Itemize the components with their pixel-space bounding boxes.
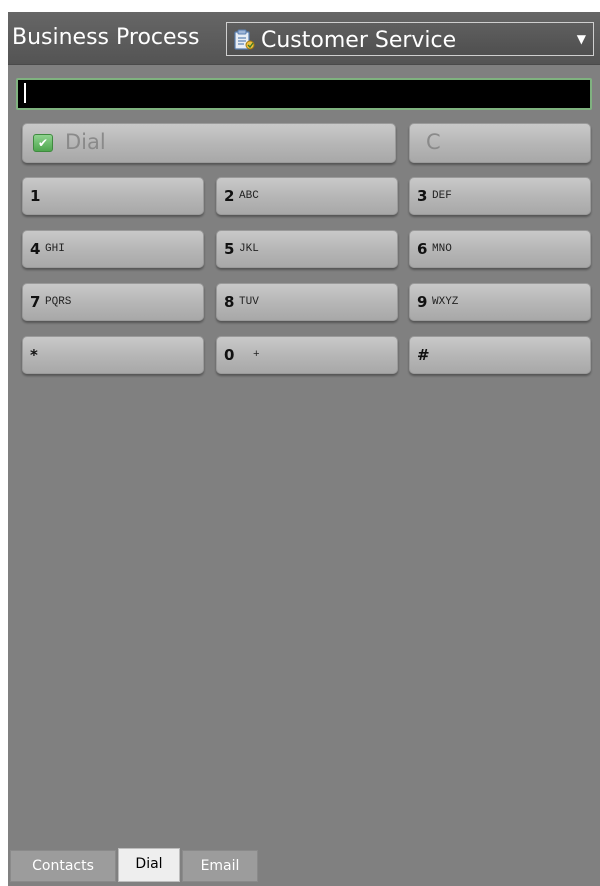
key-letters: JKL	[239, 243, 259, 255]
key-digit: #	[417, 346, 430, 364]
key-2[interactable]: 2 ABC	[216, 177, 398, 215]
business-process-value: Customer Service	[261, 28, 457, 53]
clear-button[interactable]: C	[409, 123, 591, 163]
key-7[interactable]: 7 PQRS	[22, 283, 204, 321]
dial-button[interactable]: ✔ Dial	[22, 123, 396, 163]
key-8[interactable]: 8 TUV	[216, 283, 398, 321]
key-digit: 3	[417, 187, 428, 205]
key-letters: TUV	[239, 296, 259, 308]
key-letters: DEF	[432, 190, 452, 202]
number-input[interactable]	[16, 78, 592, 110]
business-process-dropdown[interactable]: Customer Service ▼	[226, 22, 594, 56]
tab-contacts[interactable]: Contacts	[10, 850, 116, 882]
key-digit: *	[30, 346, 38, 364]
key-3[interactable]: 3 DEF	[409, 177, 591, 215]
dialer-panel: Business Process Customer Service ▼ ✔ Di…	[8, 12, 600, 886]
key-letters: +	[253, 349, 260, 361]
key-4[interactable]: 4 GHI	[22, 230, 204, 268]
key-star[interactable]: *	[22, 336, 204, 374]
clipboard-form-icon	[233, 29, 255, 51]
key-digit: 7	[30, 293, 41, 311]
key-letters: MNO	[432, 243, 452, 255]
key-letters: PQRS	[45, 296, 72, 308]
key-digit: 0	[224, 346, 235, 364]
key-hash[interactable]: #	[409, 336, 591, 374]
key-digit: 5	[224, 240, 235, 258]
tab-dial[interactable]: Dial	[118, 848, 180, 882]
key-digit: 8	[224, 293, 235, 311]
key-1[interactable]: 1	[22, 177, 204, 215]
key-digit: 6	[417, 240, 428, 258]
dial-button-label: Dial	[65, 130, 106, 154]
triangle-down-icon: ▼	[576, 32, 586, 46]
key-digit: 2	[224, 187, 235, 205]
key-0[interactable]: 0 +	[216, 336, 398, 374]
key-5[interactable]: 5 JKL	[216, 230, 398, 268]
clear-button-label: C	[426, 130, 441, 154]
key-letters: WXYZ	[432, 296, 459, 308]
business-process-label: Business Process	[12, 25, 200, 50]
key-6[interactable]: 6 MNO	[409, 230, 591, 268]
key-digit: 9	[417, 293, 428, 311]
key-digit: 4	[30, 240, 41, 258]
phone-check-icon: ✔	[33, 134, 53, 152]
key-letters: ABC	[239, 190, 259, 202]
header-bar: Business Process Customer Service ▼	[8, 12, 600, 65]
key-letters: GHI	[45, 243, 65, 255]
key-9[interactable]: 9 WXYZ	[409, 283, 591, 321]
text-caret	[24, 83, 26, 103]
key-digit: 1	[30, 187, 41, 205]
tab-email[interactable]: Email	[182, 850, 258, 882]
